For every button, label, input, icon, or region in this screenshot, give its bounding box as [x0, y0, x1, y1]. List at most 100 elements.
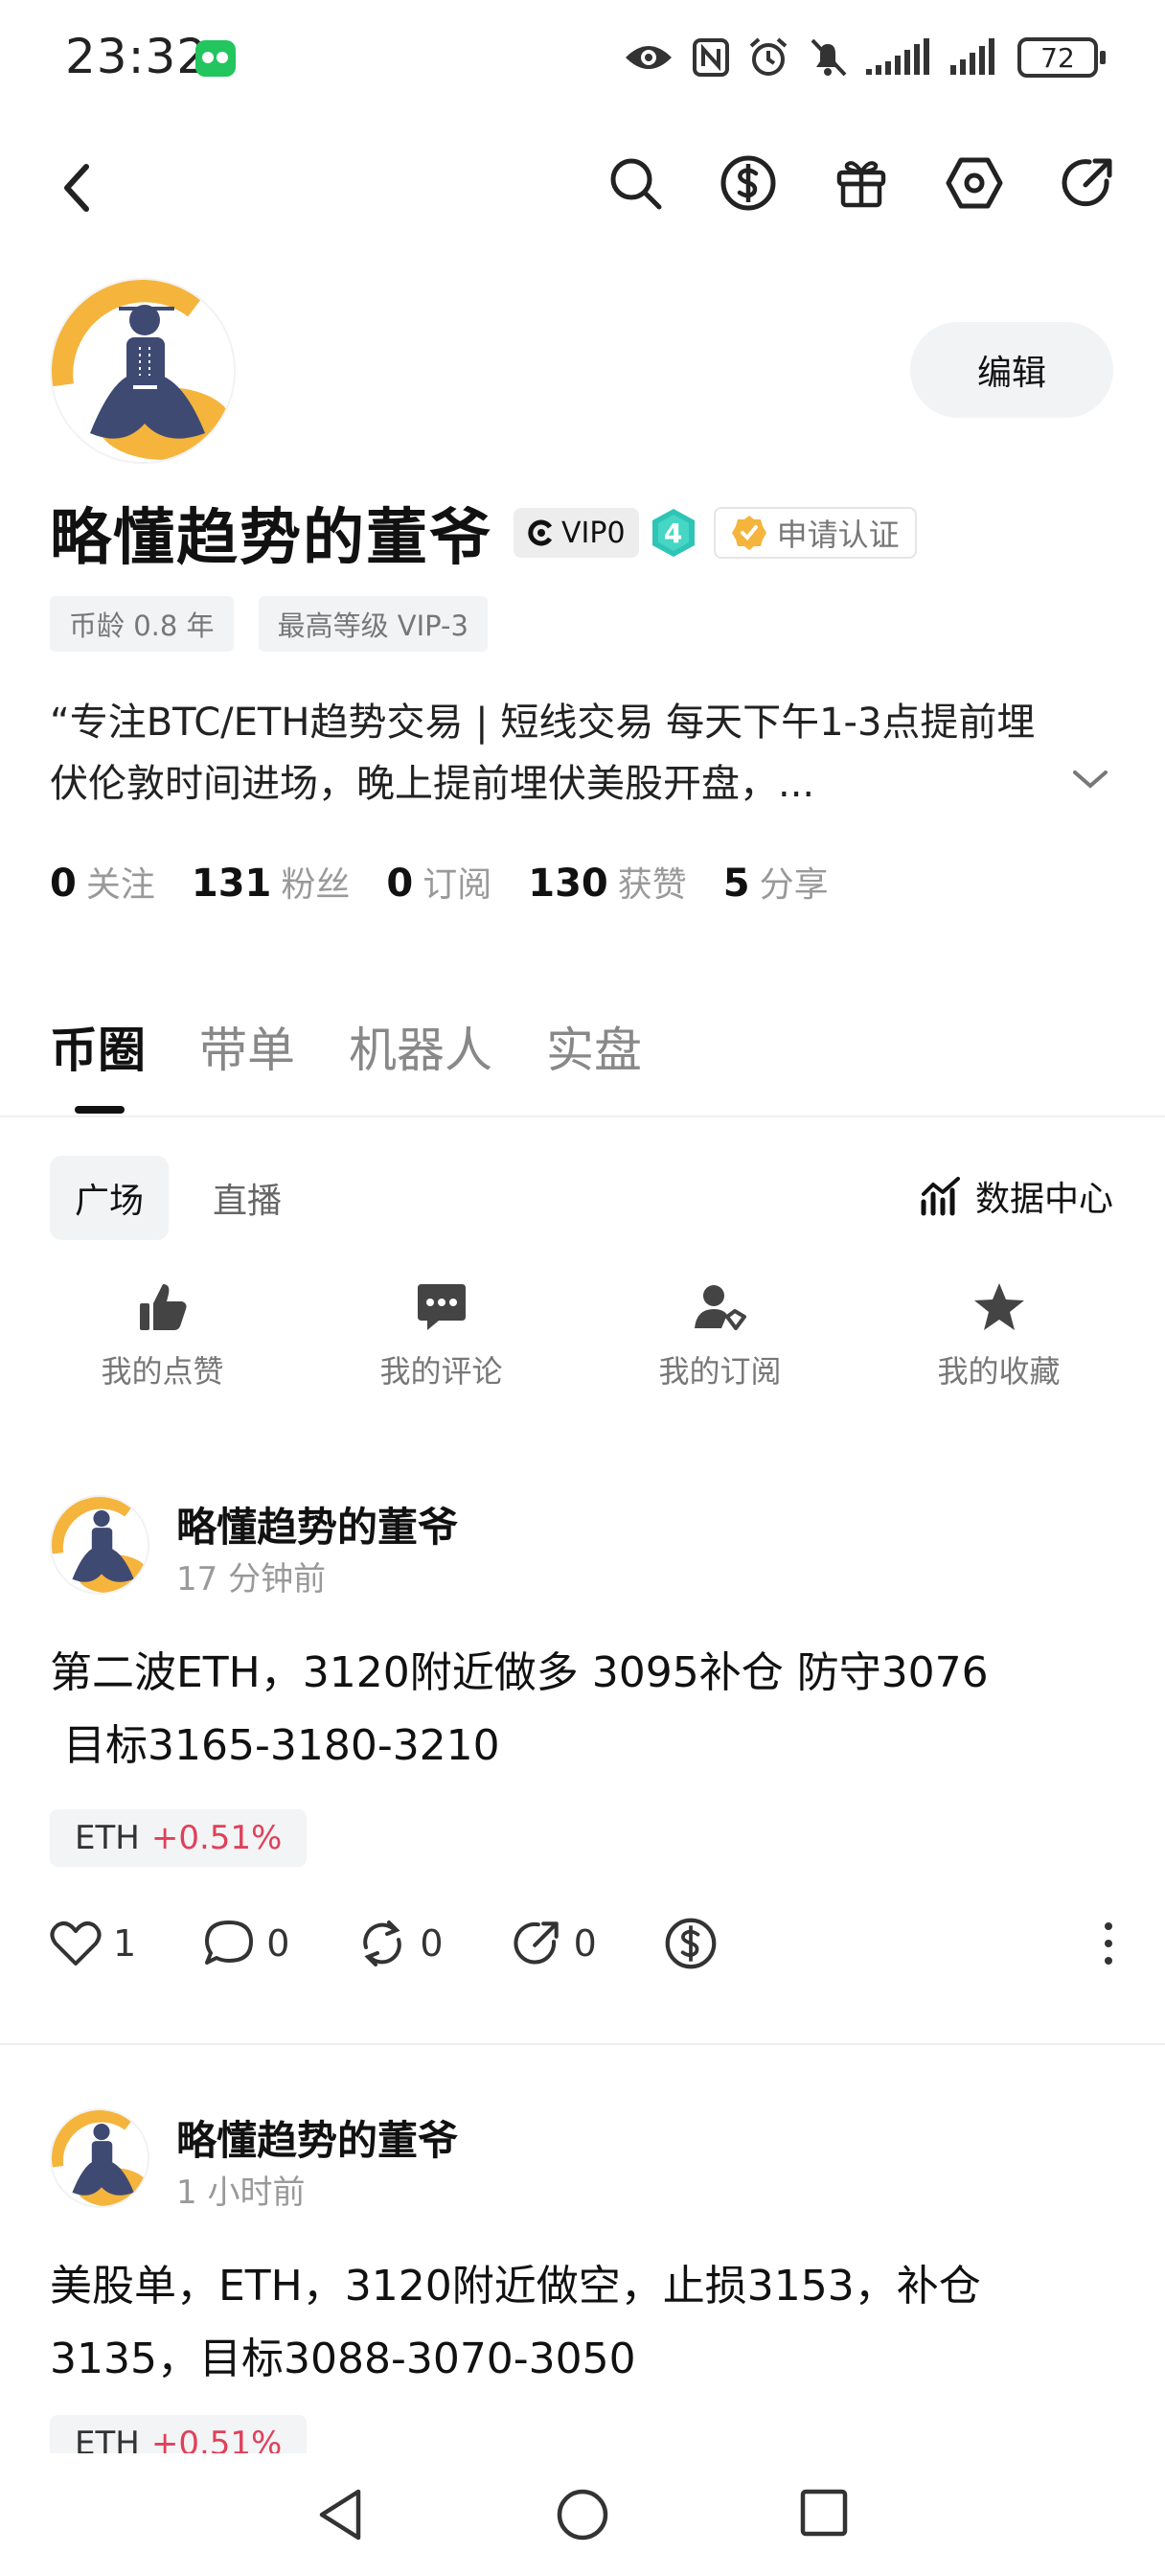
comment-button[interactable]: 0 [203, 1919, 289, 1968]
stat-subscriptions[interactable]: 0 订阅 [386, 857, 491, 907]
my-subscriptions-button[interactable]: 我的订阅 [581, 1280, 859, 1392]
level-badge: 4 [651, 507, 697, 559]
back-button[interactable] [54, 159, 100, 217]
tab-coin-circle[interactable]: 币圈 [50, 1012, 146, 1114]
gift-button[interactable] [832, 153, 891, 213]
post-body-line: 目标3165-3180-3210 [50, 1721, 500, 1770]
dollar-button[interactable] [719, 153, 778, 213]
tabs-divider [0, 1116, 1165, 1117]
stat-label: 粉丝 [281, 865, 351, 905]
stat-label: 获赞 [617, 865, 687, 905]
battery-level: 72 [1040, 41, 1075, 74]
system-home-button[interactable] [556, 2488, 609, 2545]
heart-icon [50, 1921, 102, 1966]
subtab-square[interactable]: 广场 [50, 1156, 170, 1240]
more-vertical-icon [1105, 1922, 1112, 1965]
coin-change: +0.51% [150, 1819, 283, 1857]
stat-number: 131 [191, 862, 272, 906]
stat-number: 130 [528, 862, 608, 906]
back-arrow-icon [64, 164, 89, 212]
stat-label: 分享 [759, 865, 829, 905]
post-time: 1 小时前 [176, 2174, 306, 2212]
post-body-line: 3135，目标3088-3070-3050 [50, 2334, 636, 2383]
battery-indicator: 72 [1017, 37, 1106, 78]
system-back-button[interactable] [316, 2488, 364, 2545]
post-author-avatar[interactable] [50, 2108, 149, 2208]
square-recents-icon [800, 2489, 848, 2537]
account-age-tag: 币龄 0.8 年 [50, 596, 234, 652]
quick-action-label: 我的订阅 [658, 1353, 782, 1390]
stat-likes[interactable]: 130 获赞 [528, 857, 687, 907]
mute-icon [811, 38, 847, 77]
share-post-button[interactable]: 0 [511, 1918, 597, 1969]
tab-live-trading[interactable]: 实盘 [546, 1012, 642, 1110]
circle-home-icon [557, 2489, 608, 2541]
nfc-icon [693, 38, 729, 77]
apply-certification-button[interactable]: 申请认证 [713, 507, 917, 559]
vip-badge[interactable]: VIP0 [514, 508, 639, 558]
settings-hexagon-icon [946, 157, 1003, 209]
post-author-avatar[interactable] [50, 1495, 149, 1595]
stat-shares[interactable]: 5 分享 [723, 857, 829, 907]
tip-button[interactable] [664, 1917, 718, 1970]
post-actions: 1 0 0 0 [50, 1917, 1115, 1970]
chart-icon [921, 1177, 960, 1216]
my-favorites-button[interactable]: 我的收藏 [859, 1280, 1138, 1392]
avatar-image [52, 1497, 148, 1593]
like-button[interactable]: 1 [50, 1920, 136, 1967]
share-button[interactable] [1058, 153, 1117, 213]
quick-action-label: 我的点赞 [101, 1353, 224, 1390]
wechat-notification-icon [195, 40, 236, 77]
comment-icon [417, 1284, 466, 1330]
stat-following[interactable]: 0 关注 [50, 857, 155, 907]
cert-label: 申请认证 [776, 517, 900, 553]
my-comments-button[interactable]: 我的评论 [302, 1280, 581, 1392]
signal-icon-2 [950, 38, 994, 75]
comment-count: 0 [266, 1922, 290, 1965]
avatar-image [52, 2110, 148, 2206]
repost-button[interactable]: 0 [356, 1919, 444, 1968]
edit-profile-button[interactable]: 编辑 [910, 322, 1113, 418]
search-icon [610, 158, 662, 210]
avatar-image [52, 280, 234, 462]
stat-followers[interactable]: 131 粉丝 [192, 857, 351, 907]
dollar-circle-icon [720, 155, 776, 211]
comment-bubble-icon [205, 1920, 254, 1965]
expand-bio-button[interactable] [1071, 767, 1109, 795]
verified-badge-icon [731, 516, 766, 550]
post-author-name[interactable]: 略懂趋势的董爷 [176, 1495, 458, 1553]
vip-logo-icon [528, 519, 553, 546]
data-center-button[interactable]: 数据中心 [920, 1171, 1113, 1221]
subscribe-icon [694, 1285, 746, 1330]
level-number: 4 [663, 517, 683, 549]
post-author-name[interactable]: 略懂趋势的董爷 [176, 2108, 458, 2167]
repost-count: 0 [420, 1922, 444, 1965]
search-button[interactable] [605, 153, 665, 213]
coin-tag[interactable]: ETH +0.51% [50, 1809, 308, 1867]
stat-label: 关注 [85, 865, 155, 905]
post-body[interactable]: 第二波ETH，3120附近做多 3095补仓 防守3076 目标3165-318… [50, 1637, 1113, 1782]
post-time: 17 分钟前 [176, 1560, 327, 1598]
system-recents-button[interactable] [799, 2488, 849, 2542]
more-options-button[interactable] [1102, 1920, 1115, 1966]
profile-avatar[interactable] [50, 278, 236, 464]
max-level-tag: 最高等级 VIP-3 [258, 596, 488, 652]
system-navigation-bar [0, 2453, 1165, 2576]
alarm-icon [749, 37, 788, 76]
profile-bio[interactable]: “专注BTC/ETH趋势交易 | 短线交易 每天下午1-3点提前埋伏伦敦时间进场… [50, 692, 1065, 815]
my-likes-button[interactable]: 我的点赞 [23, 1280, 302, 1392]
quick-actions: 我的点赞 我的评论 我的订阅 我的收藏 [0, 1280, 1165, 1392]
tab-copy-trading[interactable]: 带单 [199, 1012, 295, 1110]
share-icon [1062, 158, 1112, 207]
signal-icon-1 [866, 38, 929, 75]
repost-icon [363, 1920, 402, 1966]
subtab-live[interactable]: 直播 [188, 1156, 307, 1240]
quick-action-label: 我的收藏 [937, 1353, 1061, 1390]
chevron-down-icon [1073, 770, 1108, 789]
status-icons: 72 [623, 36, 1106, 79]
tab-bots[interactable]: 机器人 [349, 1012, 492, 1110]
top-toolbar [605, 153, 1117, 213]
stat-label: 订阅 [423, 865, 492, 905]
post-body[interactable]: 美股单，ETH，3120附近做空，止损3153，补仓 3135，目标3088-3… [50, 2250, 1113, 2396]
settings-button[interactable] [945, 153, 1004, 213]
